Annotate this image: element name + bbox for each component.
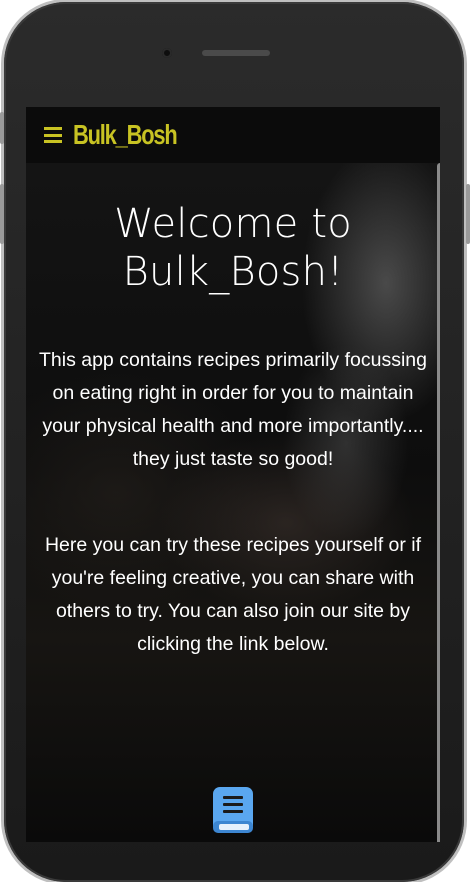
intro-paragraph: This app contains recipes primarily focu… [38, 349, 427, 470]
phone-side-button-right [466, 184, 470, 244]
front-camera [162, 48, 172, 58]
navbar: Bulk_Bosh [26, 107, 440, 163]
book-icon[interactable] [211, 785, 255, 837]
hero-section: Welcome to Bulk_Bosh! This app contains … [26, 163, 440, 842]
join-paragraph: Here you can try these recipes yourself … [44, 534, 422, 655]
phone-frame: Bulk_Bosh Welcome to Bulk_Bosh! This app… [0, 0, 470, 882]
hero-content: Welcome to Bulk_Bosh! This app contains … [26, 163, 440, 661]
phone-screen: Bulk_Bosh Welcome to Bulk_Bosh! This app… [26, 107, 440, 842]
phone-side-button-left-lower [0, 184, 4, 244]
brand-logo[interactable]: Bulk_Bosh [73, 119, 178, 151]
hamburger-menu-icon[interactable] [44, 127, 62, 143]
page-title: Welcome to Bulk_Bosh! [114, 201, 352, 295]
phone-side-button-left [0, 112, 4, 144]
earpiece-speaker [202, 50, 270, 56]
